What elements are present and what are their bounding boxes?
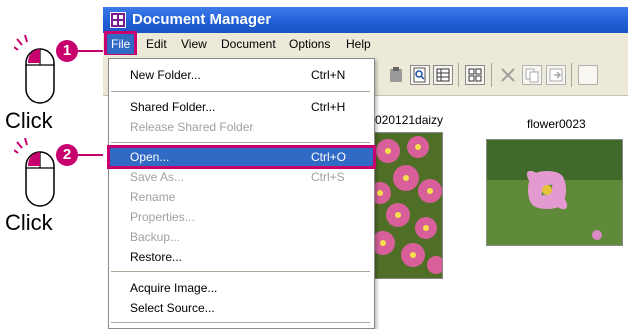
menu-item-shortcut: Ctrl+H: [311, 100, 346, 114]
menu-separator: [111, 322, 370, 323]
menu-item-label: Backup...: [130, 230, 181, 244]
menu-separator: [111, 271, 370, 272]
menu-item-select-source[interactable]: Select Source...: [109, 298, 374, 318]
menu-item-acquire-image[interactable]: Acquire Image...: [109, 278, 374, 298]
thumbnail-view-icon[interactable]: [465, 65, 485, 85]
menu-item-label: Properties...: [130, 210, 195, 224]
paste-icon[interactable]: [386, 65, 406, 85]
menu-options[interactable]: Options: [289, 37, 330, 51]
toolbar-separator: [571, 63, 572, 87]
thumbnail-flower[interactable]: [486, 139, 623, 246]
toolbar-button[interactable]: [578, 65, 598, 85]
menu-edit[interactable]: Edit: [146, 37, 167, 51]
menu-item-release-shared-folder: Release Shared Folder: [109, 117, 374, 137]
menu-item-shortcut: Ctrl+S: [311, 170, 345, 184]
zoom-icon[interactable]: [410, 65, 430, 85]
step-1-badge: 1: [56, 40, 78, 62]
menu-item-backup: Backup...: [109, 227, 374, 247]
menu-item-restore[interactable]: Restore...: [109, 247, 374, 267]
menu-item-label: Open...: [130, 150, 170, 164]
thumbnail-label: 020121daizy: [375, 113, 444, 127]
callout-line-1: [78, 50, 106, 52]
menu-item-label: Rename: [130, 190, 176, 204]
step-2-badge: 2: [56, 144, 78, 166]
menu-item-open[interactable]: Open... Ctrl+O: [107, 145, 376, 169]
menu-item-label: Restore...: [130, 250, 183, 264]
menu-item-label: Acquire Image...: [130, 281, 218, 295]
app-icon: [110, 12, 126, 28]
menu-file[interactable]: File: [103, 31, 138, 57]
menu-help[interactable]: Help: [346, 37, 371, 51]
window-title: Document Manager: [132, 11, 272, 28]
file-menu-dropdown: New Folder... Ctrl+N Shared Folder... Ct…: [107, 58, 376, 329]
thumbnail-label: flower0023: [527, 117, 586, 131]
mouse-icon: [14, 35, 55, 104]
step-2-click-label: Click: [5, 210, 53, 235]
menu-bar: File Edit View Document Options Help: [103, 31, 628, 57]
copy-icon[interactable]: [522, 65, 542, 85]
step-1-click-label: Click: [5, 108, 53, 133]
menu-item-properties: Properties...: [109, 207, 374, 227]
title-bar[interactable]: Document Manager: [103, 7, 628, 33]
menu-item-shortcut: Ctrl+O: [311, 150, 347, 164]
delete-icon[interactable]: [498, 65, 518, 85]
toolbar-separator: [458, 63, 459, 87]
menu-item-save-as: Save As... Ctrl+S: [109, 167, 374, 187]
details-view-icon[interactable]: [433, 65, 453, 85]
menu-item-label: Select Source...: [130, 301, 215, 315]
menu-item-shared-folder[interactable]: Shared Folder... Ctrl+H: [109, 97, 374, 117]
export-icon[interactable]: [546, 65, 566, 85]
menu-item-label: Release Shared Folder: [130, 120, 254, 134]
menu-item-label: Shared Folder...: [130, 100, 216, 114]
menu-separator: [111, 142, 370, 143]
menu-separator: [111, 91, 370, 92]
menu-document[interactable]: Document: [221, 37, 276, 51]
menu-item-label: New Folder...: [130, 68, 201, 82]
menu-item-shortcut: Ctrl+N: [311, 68, 346, 82]
menu-view[interactable]: View: [181, 37, 207, 51]
menu-item-new-folder[interactable]: New Folder... Ctrl+N: [109, 65, 374, 85]
mouse-icon: [14, 138, 55, 207]
menu-item-rename: Rename: [109, 187, 374, 207]
thumbnail-daizy[interactable]: [367, 132, 443, 279]
toolbar-separator: [491, 63, 492, 87]
menu-item-label: Save As...: [130, 170, 185, 184]
